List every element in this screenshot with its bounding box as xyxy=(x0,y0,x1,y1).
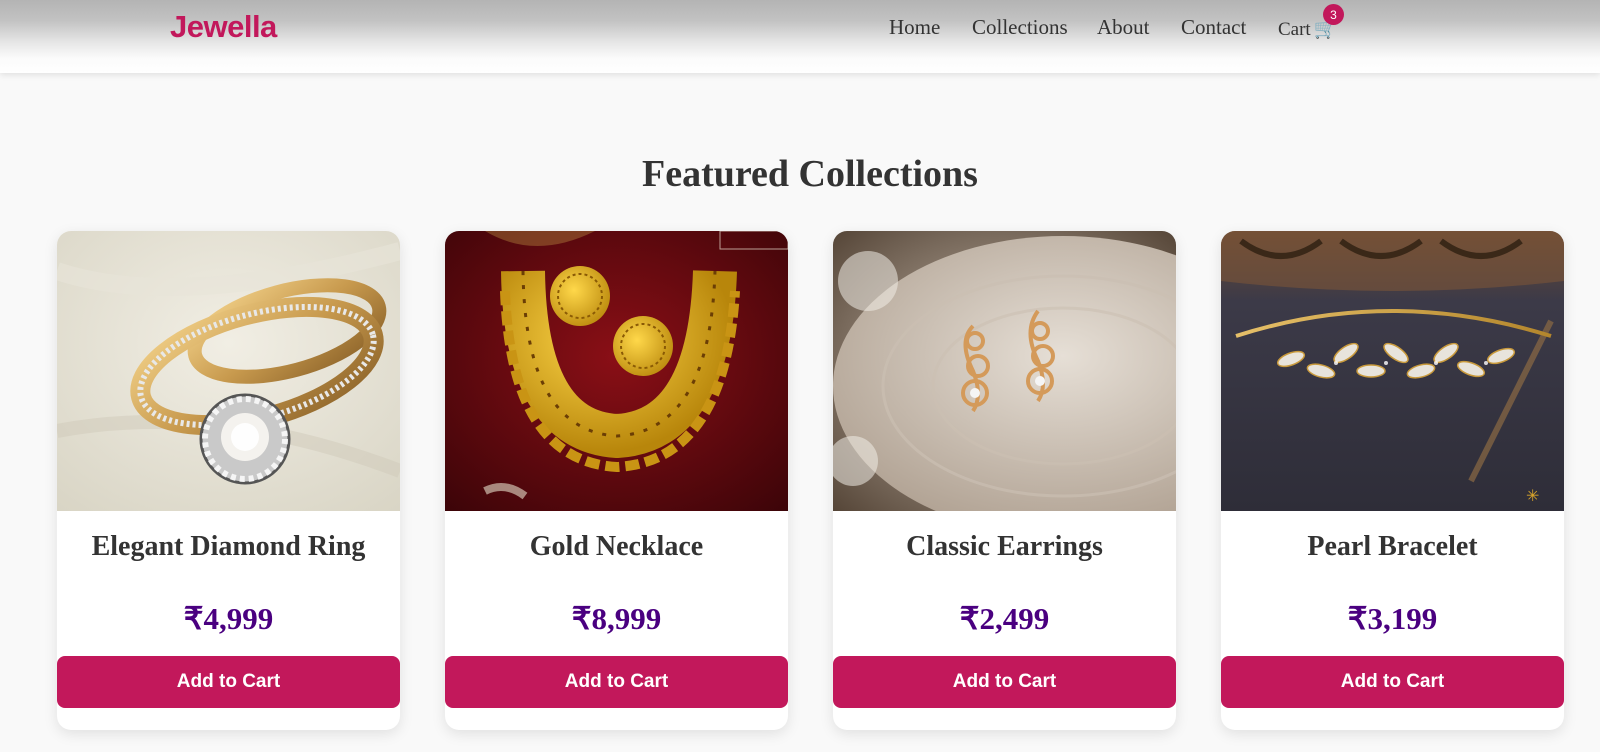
product-price: ₹3,199 xyxy=(1347,601,1438,636)
product-price: ₹2,499 xyxy=(959,601,1050,636)
product-card: Classic Earrings ₹2,499 Add to Cart xyxy=(833,231,1176,730)
product-name: Gold Necklace xyxy=(529,531,704,562)
product-name: Elegant Diamond Ring xyxy=(91,531,366,562)
nav-link-home[interactable]: Home xyxy=(889,15,940,40)
nav-link-collections[interactable]: Collections xyxy=(972,15,1068,40)
nav-link-contact[interactable]: Contact xyxy=(1181,15,1246,40)
gold-necklace-photo[interactable] xyxy=(445,231,788,511)
nav-link-about[interactable]: About xyxy=(1097,15,1150,40)
add-to-cart-button[interactable]: Add to Cart xyxy=(57,656,400,708)
diamond-ring-photo[interactable] xyxy=(57,231,400,511)
cart-label: Cart xyxy=(1278,19,1311,40)
product-price: ₹4,999 xyxy=(183,601,274,636)
add-to-cart-button[interactable]: Add to Cart xyxy=(833,656,1176,708)
product-card: Elegant Diamond Ring ₹4,999 Add to Cart xyxy=(57,231,400,730)
navbar: Jewella Home Collections About Contact C… xyxy=(0,0,1600,73)
svg-text:✳: ✳ xyxy=(1526,486,1539,505)
cart-count-badge: 3 xyxy=(1323,4,1344,25)
earrings-photo[interactable] xyxy=(833,231,1176,511)
product-name: Classic Earrings xyxy=(906,531,1103,562)
product-card: Gold Necklace ₹8,999 Add to Cart xyxy=(445,231,788,730)
product-price: ₹8,999 xyxy=(571,601,662,636)
bracelet-photo[interactable]: ✳ xyxy=(1221,231,1564,511)
section-title: Featured Collections xyxy=(642,153,978,195)
product-card: ✳ Pearl Bracelet ₹3,199 Add to Cart xyxy=(1221,231,1564,730)
brand-logo[interactable]: Jewella xyxy=(170,9,277,45)
add-to-cart-button[interactable]: Add to Cart xyxy=(445,656,788,708)
add-to-cart-button[interactable]: Add to Cart xyxy=(1221,656,1564,708)
product-name: Pearl Bracelet xyxy=(1307,531,1478,562)
